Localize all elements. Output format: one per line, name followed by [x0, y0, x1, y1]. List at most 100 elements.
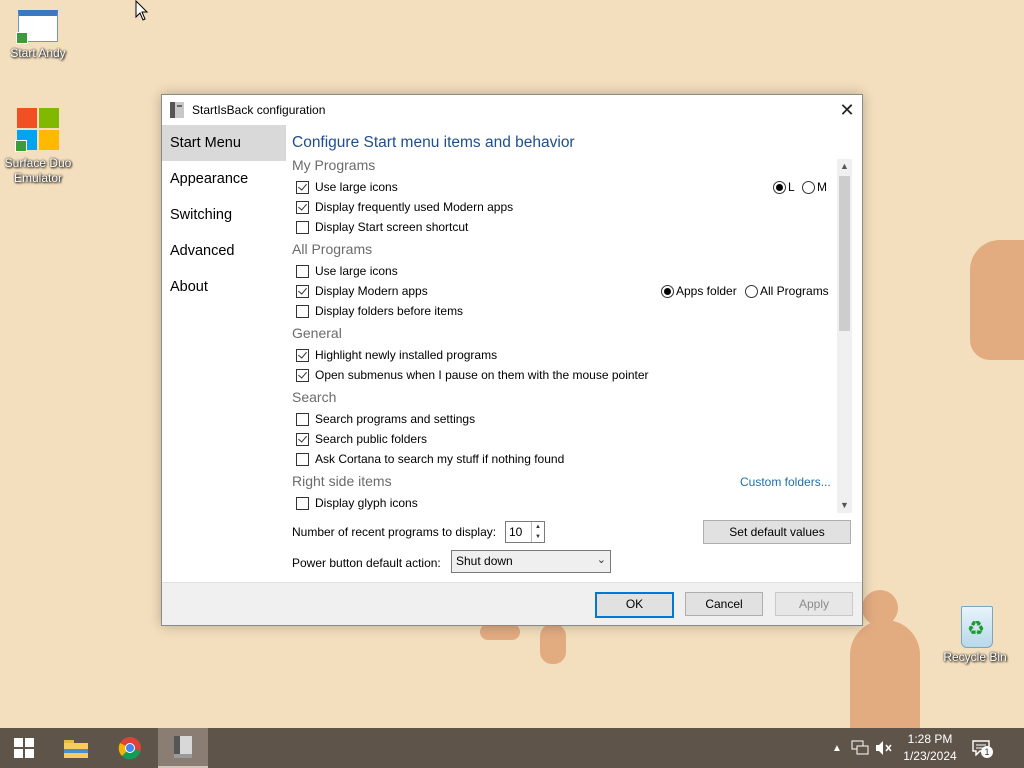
checkbox[interactable] — [296, 496, 309, 510]
scrollbar-thumb[interactable] — [839, 176, 850, 331]
desktop-icon-label: Recycle Bin — [943, 650, 1007, 664]
settings-nav: Start Menu Appearance Switching Advanced… — [162, 125, 286, 305]
group-right-side-items: Right side items — [292, 473, 392, 489]
group-search: Search — [292, 389, 337, 405]
radio-apps-folder[interactable]: Apps folder — [661, 281, 737, 301]
radio-label: L — [788, 180, 795, 194]
option-label: Open submenus when I pause on them with … — [315, 368, 649, 382]
power-action-select[interactable]: Shut down ⌄ — [451, 550, 611, 573]
desktop-icon-surface-duo-emulator[interactable]: Surface Duo Emulator — [2, 106, 74, 186]
wallpaper-shape — [970, 240, 1024, 360]
title-bar[interactable]: StartIsBack configuration ✕ — [162, 95, 862, 125]
desktop-icon-label: Start Andy — [10, 46, 66, 60]
option-row[interactable]: Open submenus when I pause on them with … — [292, 365, 649, 385]
radio-label: All Programs — [760, 284, 829, 298]
option-label: Ask Cortana to search my stuff if nothin… — [315, 452, 565, 466]
window-title: StartIsBack configuration — [192, 103, 326, 117]
notification-icon: 1 — [972, 740, 993, 758]
stepper-up-icon[interactable]: ▲ — [532, 522, 544, 532]
checkbox[interactable] — [296, 264, 309, 278]
option-row[interactable]: Highlight newly installed programs — [292, 345, 497, 365]
radio-button[interactable] — [802, 180, 815, 194]
checkbox[interactable] — [296, 284, 309, 298]
option-row[interactable]: Display Start screen shortcut — [292, 217, 468, 237]
checkbox[interactable] — [296, 368, 309, 382]
checkbox[interactable] — [296, 452, 309, 466]
nav-item-start-menu[interactable]: Start Menu — [162, 125, 286, 161]
network-icon[interactable] — [851, 728, 869, 768]
radio-button[interactable] — [661, 284, 674, 298]
option-label: Use large icons — [315, 180, 398, 194]
select-value: Shut down — [456, 554, 513, 568]
nav-item-switching[interactable]: Switching — [162, 197, 286, 233]
option-row[interactable]: Ask Cortana to search my stuff if nothin… — [292, 449, 564, 469]
volume-muted-icon[interactable] — [875, 728, 893, 768]
startisback-taskbar-button[interactable] — [158, 728, 208, 768]
set-default-values-button[interactable]: Set default values — [703, 520, 851, 544]
start-button[interactable] — [0, 728, 48, 768]
system-clock[interactable]: 1:28 PM 1/23/2024 — [895, 731, 965, 765]
options-scrollbar[interactable]: ▲ ▼ — [837, 159, 852, 513]
checkbox[interactable] — [296, 200, 309, 214]
clock-date: 1/23/2024 — [903, 749, 957, 763]
nav-item-about[interactable]: About — [162, 269, 286, 305]
desktop-icon-recycle-bin[interactable]: ♻ Recycle Bin — [939, 600, 1011, 665]
group-all-programs: All Programs — [292, 241, 373, 257]
power-button-label: Power button default action: — [292, 556, 441, 570]
checkbox[interactable] — [296, 220, 309, 234]
custom-folders-link[interactable]: Custom folders... — [740, 475, 831, 489]
ok-button[interactable]: OK — [595, 592, 674, 618]
apply-button[interactable]: Apply — [775, 592, 853, 616]
desktop-icon-start-andy[interactable]: Start Andy — [2, 8, 74, 61]
group-my-programs: My Programs — [292, 157, 376, 173]
radio-button[interactable] — [745, 284, 758, 298]
option-row[interactable]: Use large icons — [292, 177, 398, 197]
option-label: Search programs and settings — [315, 412, 476, 426]
nav-item-appearance[interactable]: Appearance — [162, 161, 286, 197]
option-label: Display Start screen shortcut — [315, 220, 469, 234]
option-row[interactable]: Search programs and settings — [292, 409, 475, 429]
checkbox[interactable] — [296, 412, 309, 426]
recycle-bin-icon: ♻ — [955, 600, 995, 648]
wallpaper-shape — [862, 590, 898, 626]
radio-size-l[interactable]: L — [773, 177, 795, 197]
mouse-cursor-icon — [135, 0, 149, 21]
show-hidden-icons-button[interactable]: ▲ — [832, 728, 842, 768]
wallpaper-shape — [540, 624, 566, 664]
chrome-button[interactable] — [106, 728, 154, 768]
option-label: Search public folders — [315, 432, 428, 446]
option-label: Highlight newly installed programs — [315, 348, 498, 362]
checkbox[interactable] — [296, 304, 309, 318]
cancel-button[interactable]: Cancel — [685, 592, 763, 616]
radio-label: Apps folder — [676, 284, 737, 298]
option-row[interactable]: Display Modern apps — [292, 281, 428, 301]
stepper-down-icon[interactable]: ▼ — [532, 532, 544, 542]
option-row[interactable]: Search public folders — [292, 429, 427, 449]
checkbox[interactable] — [296, 348, 309, 362]
windows-logo-icon — [15, 106, 61, 152]
action-center-button[interactable]: 1 — [972, 728, 993, 768]
recent-programs-label: Number of recent programs to display: — [292, 525, 497, 539]
option-row[interactable]: Display glyph icons — [292, 493, 418, 513]
chevron-up-icon: ▲ — [832, 742, 842, 754]
wallpaper-shape — [850, 620, 920, 728]
radio-label: M — [817, 180, 827, 194]
nav-item-advanced[interactable]: Advanced — [162, 233, 286, 269]
option-row[interactable]: Display folders before items — [292, 301, 463, 321]
notification-count: 1 — [981, 746, 993, 758]
checkbox[interactable] — [296, 180, 309, 194]
scroll-down-icon[interactable]: ▼ — [837, 498, 852, 513]
option-row[interactable]: Display frequently used Modern apps — [292, 197, 513, 217]
radio-all-programs[interactable]: All Programs — [745, 281, 829, 301]
radio-button[interactable] — [773, 180, 786, 194]
recent-programs-stepper[interactable]: 10 ▲ ▼ — [505, 521, 545, 543]
desktop-icon-label: Surface Duo Emulator — [4, 156, 72, 185]
windows-start-icon — [14, 738, 34, 758]
scroll-up-icon[interactable]: ▲ — [837, 159, 852, 174]
file-explorer-button[interactable] — [52, 728, 100, 768]
option-row[interactable]: Use large icons — [292, 261, 398, 281]
checkbox[interactable] — [296, 432, 309, 446]
close-icon[interactable]: ✕ — [832, 95, 862, 125]
radio-size-m[interactable]: M — [802, 177, 827, 197]
option-label: Display frequently used Modern apps — [315, 200, 514, 214]
